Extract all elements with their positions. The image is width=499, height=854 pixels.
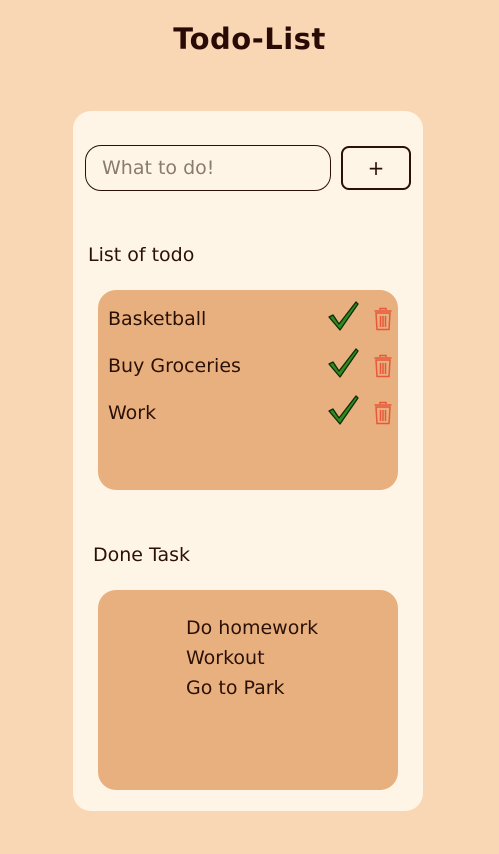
done-item: Do homework: [186, 617, 319, 639]
done-panel: Do homework Workout Go to Park: [98, 590, 398, 790]
checkmark-icon[interactable]: [326, 393, 360, 427]
todo-item-text: Basketball: [108, 308, 207, 330]
todo-item: Buy Groceries: [108, 348, 394, 383]
page-title: Todo-List: [173, 22, 326, 56]
trash-icon[interactable]: [373, 401, 393, 425]
done-section-label: Done Task: [93, 544, 191, 566]
todo-item-text: Work: [108, 402, 157, 424]
todo-card: + List of todo Basketball: [73, 111, 423, 811]
todo-item: Work: [108, 395, 394, 430]
trash-icon[interactable]: [373, 307, 393, 331]
todo-panel: Basketball Buy Groceries Work: [98, 290, 398, 490]
done-item: Go to Park: [186, 677, 285, 699]
done-item: Workout: [186, 647, 265, 669]
checkmark-icon[interactable]: [326, 299, 360, 333]
done-list: Do homework Workout Go to Park: [186, 613, 318, 703]
todo-item: Basketball: [108, 301, 394, 336]
todo-item-text: Buy Groceries: [108, 355, 241, 377]
add-task-button[interactable]: +: [341, 146, 411, 190]
checkmark-icon[interactable]: [326, 346, 360, 380]
todo-section-label: List of todo: [88, 244, 195, 266]
trash-icon[interactable]: [373, 354, 393, 378]
todo-input[interactable]: [85, 145, 331, 191]
